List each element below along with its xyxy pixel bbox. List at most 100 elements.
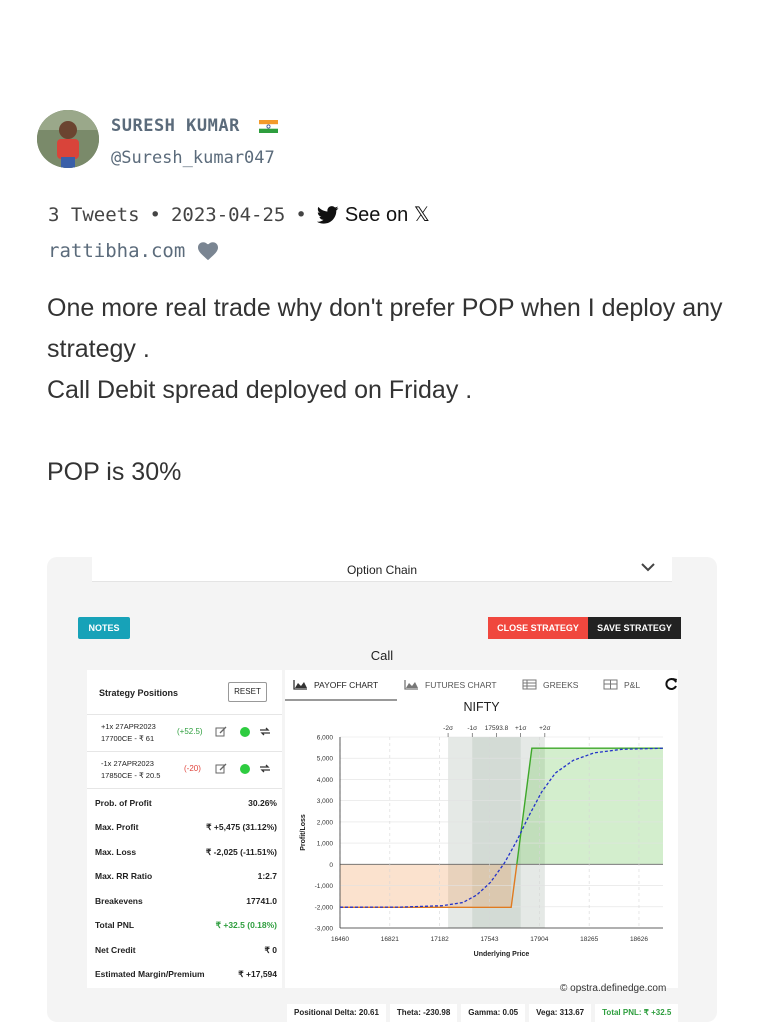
active-toggle[interactable]	[240, 727, 250, 737]
stat-max-profit: Max. Profit ₹ +5,475 (31.12%)	[95, 822, 277, 846]
y-tick-label: -1,000	[315, 883, 334, 890]
stat-label: Net Credit	[95, 945, 136, 955]
tab-label: P&L	[624, 679, 641, 690]
separator-dot: •	[149, 203, 161, 226]
separator-dot: •	[295, 203, 307, 226]
tweet-count: 3 Tweets	[48, 203, 140, 226]
stat-value: ₹ +32.5 (0.18%)	[215, 920, 277, 930]
site-link[interactable]: rattibha.com	[48, 240, 185, 262]
flag-india-icon	[259, 120, 278, 133]
see-on-x-link[interactable]: See on 𝕏	[316, 202, 430, 227]
option-chain-title: Option Chain	[346, 563, 418, 577]
area-chart-icon	[404, 680, 418, 690]
tab-label: PAYOFF CHART	[314, 679, 379, 690]
sigma-marker-label: +2σ	[539, 725, 550, 732]
attached-screenshot[interactable]: Option Chain NOTES CLOSE STRATEGY SAVE S…	[47, 557, 717, 1022]
chevron-down-icon[interactable]	[640, 560, 656, 574]
position-row[interactable]: +1x 27APR2023 17700CE - ₹ 61 (+52.5)	[87, 714, 282, 751]
avatar[interactable]	[37, 110, 99, 168]
x-tick-label: 17543	[480, 936, 498, 943]
x-tick-label: 18626	[630, 936, 648, 943]
position-label: +1x 27APR2023 17700CE - ₹ 61	[101, 721, 171, 745]
x-tick-label: 18265	[580, 936, 598, 943]
stat-value: ₹ +5,475 (31.12%)	[206, 822, 277, 832]
chart-panel: PAYOFF CHART FUTURES CHART GREEKS P&L NI…	[285, 670, 678, 988]
delta-cell: Positional Delta: 20.61	[287, 1004, 386, 1022]
stat-value: ₹ -2,025 (-11.51%)	[205, 847, 277, 857]
stat-breakevens: Breakevens 17741.0	[95, 896, 277, 920]
profit-region	[516, 748, 663, 865]
y-tick-label: 1,000	[317, 841, 334, 848]
stat-net-credit: Net Credit ₹ 0	[95, 945, 277, 969]
reset-button[interactable]: RESET	[228, 682, 267, 702]
total-pnl-cell: Total PNL: ₹ +32.5	[595, 1004, 679, 1022]
site-line: rattibha.com	[48, 240, 219, 262]
tab-futures-chart[interactable]: FUTURES CHART	[404, 679, 497, 690]
active-toggle[interactable]	[240, 764, 250, 774]
chart-title: NIFTY	[463, 700, 500, 714]
sigma-marker-label: -1σ	[467, 725, 477, 732]
tweet-body: One more real trade why don't prefer POP…	[47, 288, 727, 493]
author-handle[interactable]: @Suresh_kumar047	[111, 148, 275, 168]
stat-prob-of-profit: Prob. of Profit 30.26%	[95, 798, 277, 822]
stat-label: Total PNL	[95, 920, 135, 930]
gamma-cell: Gamma: 0.05	[461, 1004, 526, 1022]
sigma-marker-label: 17593.8	[485, 725, 509, 732]
y-tick-label: -2,000	[315, 904, 334, 911]
tab-pnl[interactable]: P&L	[603, 679, 640, 690]
position-row[interactable]: -1x 27APR2023 17850CE - ₹ 20.5 (-20)	[87, 751, 282, 788]
position-strike: 17850CE - ₹ 20.5	[101, 771, 161, 780]
x-tick-label: 17182	[431, 936, 449, 943]
greeks-strip: Positional Delta: 20.61 Theta: -230.98 G…	[287, 1004, 679, 1022]
area-chart-icon	[293, 680, 307, 690]
position-change: (+52.5)	[177, 727, 203, 736]
thread-meta: 3 Tweets • 2023-04-25 • See on 𝕏	[48, 202, 430, 227]
refresh-icon[interactable]	[665, 677, 678, 691]
exit-icon[interactable]	[259, 763, 271, 774]
y-tick-label: 6,000	[317, 735, 334, 742]
y-tick-label: 5,000	[317, 756, 334, 763]
x-tick-label: 16460	[331, 936, 349, 943]
stat-total-pnl: Total PNL ₹ +32.5 (0.18%)	[95, 920, 277, 944]
stat-value: ₹ +17,594	[238, 969, 277, 979]
tab-label: GREEKS	[543, 679, 579, 690]
stat-value: 30.26%	[248, 798, 277, 808]
stat-label: Estimated Margin/Premium	[95, 969, 205, 979]
stat-label: Max. RR Ratio	[95, 871, 153, 881]
exit-icon[interactable]	[259, 726, 271, 737]
positions-title: Strategy Positions	[99, 688, 179, 698]
stat-label: Prob. of Profit	[95, 798, 152, 808]
position-change: (-20)	[184, 764, 201, 773]
stat-margin-premium: Estimated Margin/Premium ₹ +17,594	[95, 969, 277, 993]
tweet-line: One more real trade why don't prefer POP…	[47, 294, 723, 363]
twitter-bird-icon	[316, 205, 339, 224]
divider	[87, 788, 282, 789]
heart-icon[interactable]	[197, 241, 219, 261]
strategy-type-label: Call	[370, 648, 394, 663]
stat-max-loss: Max. Loss ₹ -2,025 (-11.51%)	[95, 847, 277, 871]
payoff-chart: 6,000 5,000 4,000 3,000 2,000 1,000 0 -1,000 -2,…	[300, 725, 664, 958]
stat-label: Max. Profit	[95, 822, 139, 832]
position-label: -1x 27APR2023 17850CE - ₹ 20.5	[101, 758, 171, 782]
x-tick-label: 16821	[381, 936, 399, 943]
edit-icon[interactable]	[215, 763, 227, 774]
notes-button[interactable]: NOTES	[78, 617, 130, 639]
close-strategy-button[interactable]: CLOSE STRATEGY	[488, 617, 588, 639]
save-strategy-button[interactable]: SAVE STRATEGY	[588, 617, 681, 639]
sigma-marker-label: -2σ	[443, 725, 453, 732]
theta-cell: Theta: -230.98	[389, 1004, 458, 1022]
tab-payoff-chart[interactable]: PAYOFF CHART	[293, 679, 378, 690]
stat-label: Breakevens	[95, 896, 143, 906]
y-axis-label: Profit/Loss	[300, 814, 307, 851]
tweet-line: POP is 30%	[47, 458, 182, 486]
y-tick-label: -3,000	[315, 926, 334, 933]
author-name[interactable]: SURESH KUMAR	[111, 116, 240, 136]
tab-label: FUTURES CHART	[425, 679, 497, 690]
tab-greeks[interactable]: GREEKS	[522, 679, 578, 690]
y-tick-label: 2,000	[317, 819, 334, 826]
edit-icon[interactable]	[215, 726, 227, 737]
table-icon	[522, 679, 537, 690]
stat-max-rr-ratio: Max. RR Ratio 1:2.7	[95, 871, 277, 895]
option-chain-bar[interactable]: Option Chain	[92, 557, 672, 582]
